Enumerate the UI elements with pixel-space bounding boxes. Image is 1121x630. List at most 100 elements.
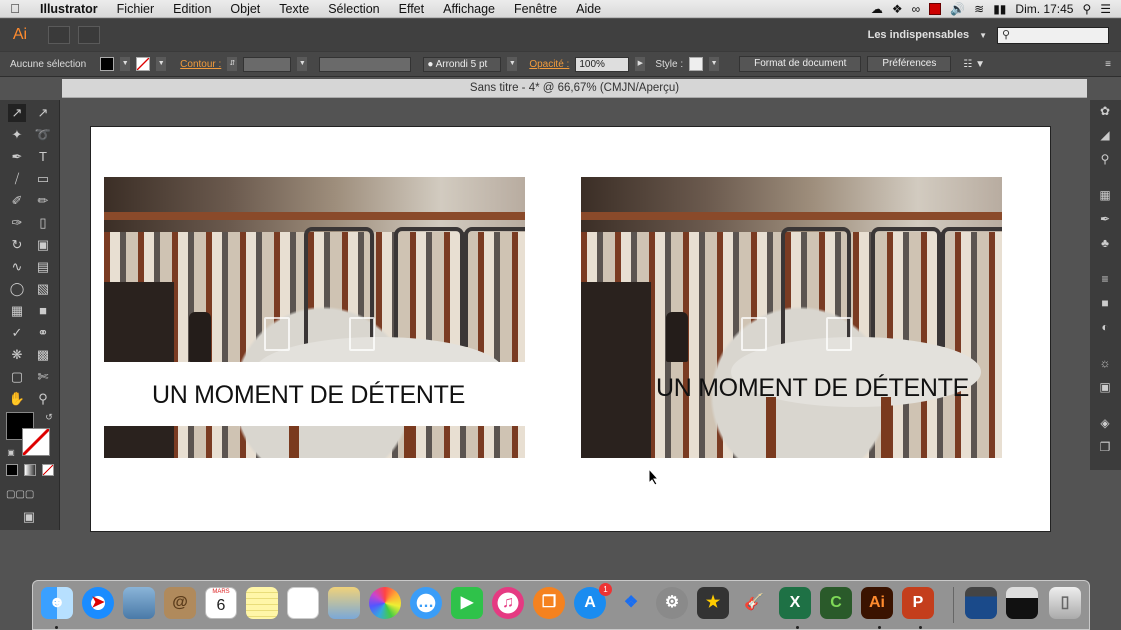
pencil-tool-icon[interactable]: ✏ [34,192,52,210]
graphic-styles-icon[interactable]: ▣ [1097,380,1113,394]
chevron-down-icon[interactable]: ▼ [979,31,987,40]
style-dropdown[interactable]: ▼ [709,57,720,71]
type-tool-icon[interactable]: T [34,148,52,166]
menu-edition[interactable]: Edition [163,2,220,16]
messages-icon[interactable]: … [410,587,442,619]
mesh-tool-icon[interactable]: ▦ [8,302,26,320]
finder-icon[interactable]: ☻ [41,587,73,619]
transparency-icon[interactable]: ◐ [1097,320,1113,334]
direct-selection-tool-icon[interactable]: ↗ [34,104,52,122]
selection-tool-icon[interactable]: ↗ [8,104,26,122]
volume-icon[interactable]: 🔊 [950,2,965,16]
menu-fichier[interactable]: Fichier [107,2,164,16]
menu-fenetre[interactable]: Fenêtre [504,2,566,16]
stroke-panel-icon[interactable]: ≡ [1097,272,1113,286]
variable-width-profile[interactable] [319,56,412,72]
document-setup-button[interactable]: Format de document [739,56,862,72]
headline-text-left[interactable]: UN MOMENT DE DÉTENTE [152,381,465,410]
menu-aide[interactable]: Aide [566,2,610,16]
fill-dropdown[interactable]: ▼ [120,57,131,71]
powerpoint-icon[interactable]: P [902,587,934,619]
bridge-icon[interactable] [48,26,70,44]
arrange-documents-icon[interactable] [78,26,100,44]
excel-icon[interactable]: X [779,587,811,619]
slice-tool-icon[interactable]: ✄ [34,368,52,386]
dropbox-status-icon[interactable]: ❖ [892,2,903,16]
warp-tool-icon[interactable]: ∿ [8,258,26,276]
eyedropper-tool-icon[interactable]: ✓ [8,324,26,342]
document-tab[interactable]: Sans titre - 4* @ 66,67% (CMJN/Aperçu) [62,79,1087,98]
fill-swatch[interactable] [100,57,115,71]
preferences-button[interactable]: Préférences [867,56,952,72]
workspace-switcher[interactable]: Les indispensables [868,29,969,41]
lasso-tool-icon[interactable]: ➰ [34,126,52,144]
paintbrush-tool-icon[interactable]: ✐ [8,192,26,210]
stroke-weight-stepper[interactable]: ⇵ [227,57,238,71]
symbol-sprayer-tool-icon[interactable]: ❋ [8,346,26,364]
safari-icon[interactable]: ➤ [82,587,114,619]
free-transform-tool-icon[interactable]: ▤ [34,258,52,276]
imovie-icon[interactable]: ★ [697,587,729,619]
system-preferences-icon[interactable]: ⚙ [656,587,688,619]
contour-label[interactable]: Contour : [180,59,221,70]
recording-icon[interactable] [929,2,942,15]
brushes-icon[interactable]: ✒ [1097,212,1113,226]
image-capture-icon[interactable] [328,587,360,619]
swatches-icon[interactable]: ▦ [1097,188,1113,202]
screen-recording-icon[interactable] [965,587,997,619]
menu-illustrator[interactable]: Illustrator [30,2,107,16]
menu-selection[interactable]: Sélection [318,2,388,16]
perspective-grid-tool-icon[interactable]: ▧ [34,280,52,298]
calendar-icon[interactable]: MARS 6 [205,587,237,619]
screen-mode-icon[interactable]: ▣ [20,508,38,526]
shape-builder-tool-icon[interactable]: ◯ [8,280,26,298]
camtasia-icon[interactable]: C [820,587,852,619]
stroke-swatch[interactable] [136,57,151,71]
restaurant-photo-right[interactable] [581,177,1002,458]
creative-cloud-icon[interactable]: ∞ [912,2,921,16]
opacity-dropdown[interactable]: ▶ [635,57,646,71]
magic-wand-tool-icon[interactable]: ✦ [8,126,26,144]
garageband-icon[interactable]: 🎸 [738,587,770,619]
menu-effet[interactable]: Effet [389,2,433,16]
preview-icon[interactable] [123,587,155,619]
ibooks-icon[interactable]: ❒ [533,587,565,619]
eraser-tool-icon[interactable]: ▯ [34,214,52,232]
brush-definition[interactable]: ● Arrondi 5 pt [423,56,502,72]
scale-tool-icon[interactable]: ▣ [34,236,52,254]
gradient-mode-icon[interactable] [24,464,36,476]
pen-tool-icon[interactable]: ✒ [8,148,26,166]
trash-icon[interactable]: ▯ [1049,587,1081,619]
notes-icon[interactable] [246,587,278,619]
reminders-icon[interactable] [287,587,319,619]
dropbox-icon[interactable]: ❖ [615,587,647,619]
gradient-panel-icon[interactable]: ■ [1097,296,1113,310]
clock[interactable]: Dim. 17:45 [1015,2,1073,16]
stroke-weight-dropdown[interactable]: ▼ [297,57,308,71]
stroke-weight-field[interactable] [243,56,292,72]
line-tool-icon[interactable]: ⧸ [8,170,26,188]
menu-objet[interactable]: Objet [220,2,269,16]
spotlight-search-icon[interactable]: ⚲ [1082,2,1091,16]
illustrator-dock-icon[interactable]: Ai [861,587,893,619]
search-input[interactable]: ⚲ [997,26,1109,44]
facetime-icon[interactable]: ▶ [451,587,483,619]
wifi-icon[interactable]: ≋ [974,2,984,16]
zoom-tool-icon[interactable]: ⚲ [34,390,52,408]
none-mode-icon[interactable] [42,464,54,476]
appearance-icon[interactable]: ☼ [1097,356,1113,370]
itunes-icon[interactable]: ♫ [492,587,524,619]
apple-menu-icon[interactable]:  [0,1,30,16]
color-mode-icon[interactable] [6,464,18,476]
image-trace-icon[interactable]: ⚲ [1097,152,1113,166]
layers-icon[interactable]: ◈ [1097,416,1113,430]
drawing-mode-icon[interactable]: ▢▢▢ [6,486,34,504]
contacts-icon[interactable]: @ [164,587,196,619]
panel-menu-icon[interactable]: ≡ [1105,59,1121,70]
headline-text-right[interactable]: UN MOMENT DE DÉTENTE [656,374,969,403]
opacity-field[interactable]: 100% [575,56,630,72]
align-options-icon[interactable]: ☷ ▼ [963,59,985,70]
blob-brush-tool-icon[interactable]: ✑ [8,214,26,232]
rotate-tool-icon[interactable]: ↻ [8,236,26,254]
cc-libraries-icon[interactable]: ◢ [1097,128,1113,142]
